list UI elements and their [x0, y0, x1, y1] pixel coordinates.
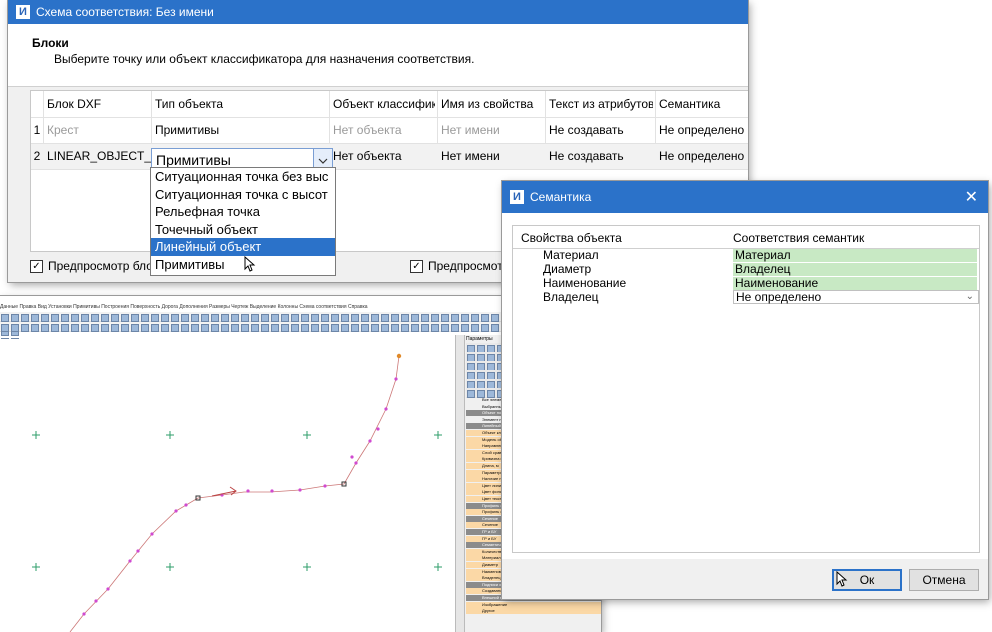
- table-cell[interactable]: Нет объекта: [333, 143, 435, 169]
- semantics-table: Свойства объекта Соответствия семантик М…: [512, 225, 980, 553]
- preview-block-label: Предпросмотр блока: [48, 259, 166, 273]
- drawing-canvas[interactable]: [0, 339, 455, 632]
- col-header-classifier-object[interactable]: Объект классификат: [333, 91, 435, 117]
- col-header-dxf-block[interactable]: Блок DXF: [47, 91, 147, 117]
- table-cell[interactable]: Нет имени: [441, 143, 543, 169]
- table-cell[interactable]: Не создавать: [549, 143, 653, 169]
- chevron-down-icon[interactable]: ⌄: [966, 291, 974, 303]
- app-icon: И: [16, 5, 30, 19]
- property-key: Сечение: [482, 522, 498, 528]
- property-key: Создавать: [482, 588, 502, 594]
- table-cell[interactable]: Крест: [47, 117, 147, 143]
- semantic-match-cell[interactable]: Материал: [733, 249, 977, 262]
- preview-label: Предпросмотр: [428, 259, 510, 273]
- property-key: Длина, м: [482, 463, 499, 468]
- property-key: Владелец: [482, 575, 501, 581]
- semantic-match-cell[interactable]: Наименование: [733, 277, 977, 290]
- section-instruction: Выберите точку или объект классификатора…: [54, 52, 475, 66]
- dropdown-item[interactable]: Точечный объект: [151, 221, 335, 239]
- panel-side-tabs[interactable]: [456, 335, 465, 632]
- semantic-match-select[interactable]: Не определено ⌄: [733, 290, 979, 304]
- col-header-semantics[interactable]: Семантика: [659, 91, 748, 117]
- vertex-markers: [82, 377, 398, 616]
- linear-object-path: [69, 355, 400, 632]
- checkmark-icon: ✓: [410, 259, 423, 273]
- row-number: 2: [33, 149, 41, 163]
- property-key: ГР и БУ: [482, 529, 497, 534]
- dropdown-item-selected[interactable]: Линейный объект: [151, 238, 335, 256]
- col-header-text-from-attributes[interactable]: Текст из атрибутов: [549, 91, 653, 117]
- close-icon[interactable]: ✕: [965, 187, 978, 207]
- dialog-footer: Ок Отмена: [502, 559, 988, 599]
- property-key: Материал: [482, 555, 501, 561]
- section-heading: Блоки: [32, 36, 69, 50]
- end-marker: [396, 353, 402, 359]
- preview-block-checkbox[interactable]: ✓ Предпросмотр блока: [30, 259, 165, 273]
- property-key: Количество: [482, 548, 504, 554]
- panel-property-row[interactable]: Изображение: [466, 601, 601, 608]
- table-cell[interactable]: Не определено: [659, 117, 748, 143]
- table-cell[interactable]: Нет объекта: [333, 117, 435, 143]
- table-cell[interactable]: LINEAR_OBJECT_208: [47, 143, 151, 169]
- object-type-dropdown: Ситуационная точка без выс Ситуационная …: [150, 167, 336, 276]
- window-title: Схема соответствия: Без имени: [36, 5, 214, 19]
- app-icon: И: [510, 190, 524, 204]
- property-label: Владелец: [543, 290, 599, 304]
- title-bar: И Схема соответствия: Без имени: [8, 0, 748, 24]
- mouse-cursor-icon: [244, 256, 256, 272]
- col-header-object-properties: Свойства объекта: [521, 231, 622, 245]
- col-header-semantic-matches: Соответствия семантик: [733, 231, 865, 245]
- property-key: Диаметр: [482, 562, 499, 567]
- checkmark-icon: ✓: [30, 259, 43, 273]
- property-label: Материал: [543, 248, 599, 262]
- property-key: Другое: [482, 608, 495, 614]
- dropdown-item[interactable]: Рельефная точка: [151, 203, 335, 221]
- dropdown-item[interactable]: Ситуационная точка без выс: [151, 168, 335, 186]
- table-cell[interactable]: Не определено: [659, 143, 748, 169]
- col-header-name-from-property[interactable]: Имя из свойства: [441, 91, 543, 117]
- preview-checkbox[interactable]: ✓ Предпросмотр: [410, 259, 509, 273]
- table-cell[interactable]: Примитивы: [155, 117, 325, 143]
- semantic-match-cell[interactable]: Владелец: [733, 263, 977, 276]
- dropdown-item[interactable]: Ситуационная точка с высот: [151, 186, 335, 204]
- property-key: ГР и БУ: [482, 535, 497, 541]
- table-cell[interactable]: Нет имени: [441, 117, 543, 143]
- panel-property-row[interactable]: Другое: [466, 608, 601, 615]
- select-value: Не определено: [736, 290, 822, 304]
- cancel-button[interactable]: Отмена: [909, 569, 979, 591]
- property-key: Изображение: [482, 601, 508, 607]
- dropdown-item[interactable]: Примитивы: [151, 256, 335, 274]
- property-label: Наименование: [543, 276, 627, 290]
- col-header-object-type[interactable]: Тип объекта: [155, 91, 325, 117]
- header: Блоки Выберите точку или объект классифи…: [8, 24, 748, 87]
- drawing-svg: [32, 353, 442, 632]
- grid-crosses: [32, 431, 442, 571]
- combo-value: Примитивы: [156, 152, 231, 168]
- title-bar: И Семантика ✕: [502, 181, 988, 213]
- dialog-title: Семантика: [530, 190, 592, 204]
- row-number: 1: [33, 123, 41, 137]
- property-key: Сечение: [482, 515, 498, 521]
- property-label: Диаметр: [543, 262, 592, 276]
- table-cell[interactable]: Не создавать: [549, 117, 653, 143]
- mouse-cursor-icon: [836, 571, 848, 587]
- semantics-dialog: И Семантика ✕ Свойства объекта Соответст…: [502, 181, 988, 599]
